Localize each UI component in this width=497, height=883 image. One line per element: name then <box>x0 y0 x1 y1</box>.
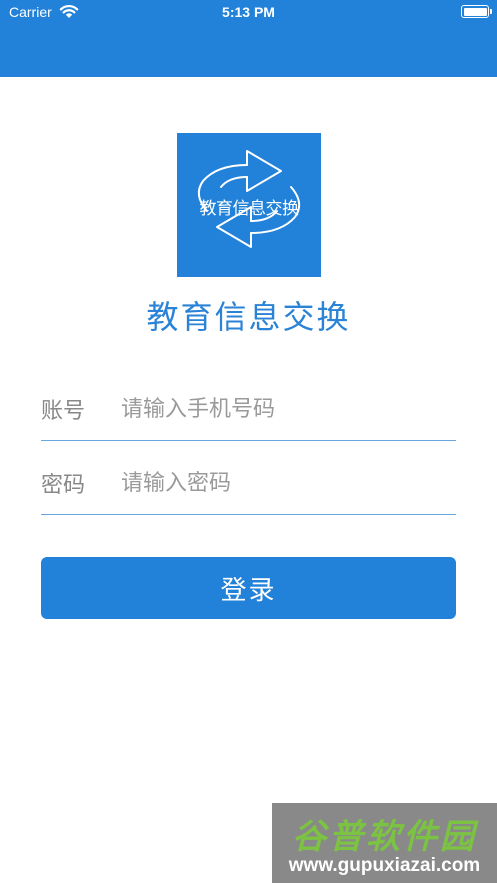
watermark: 谷普软件园 www.gupuxiazai.com <box>272 803 497 883</box>
app-logo: 教育信息交换 <box>177 133 321 277</box>
password-label: 密码 <box>41 473 86 498</box>
navigation-header: Carrier 5:13 PM <box>0 0 497 77</box>
battery-icon <box>461 5 492 18</box>
watermark-url: www.gupuxiazai.com <box>288 855 481 876</box>
logo-text: 教育信息交换 <box>199 199 300 219</box>
status-time: 5:13 PM <box>222 4 275 20</box>
status-bar: Carrier 5:13 PM <box>0 0 497 26</box>
password-input[interactable] <box>121 463 451 503</box>
login-button[interactable]: 登录 <box>41 557 456 619</box>
account-label: 账号 <box>41 399 86 424</box>
account-input[interactable] <box>121 389 451 429</box>
watermark-title: 谷普软件园 <box>292 817 477 857</box>
app-title: 教育信息交换 <box>146 298 351 336</box>
password-field: 密码 <box>41 459 456 515</box>
battery-level <box>463 7 487 16</box>
account-field: 账号 <box>41 385 456 441</box>
